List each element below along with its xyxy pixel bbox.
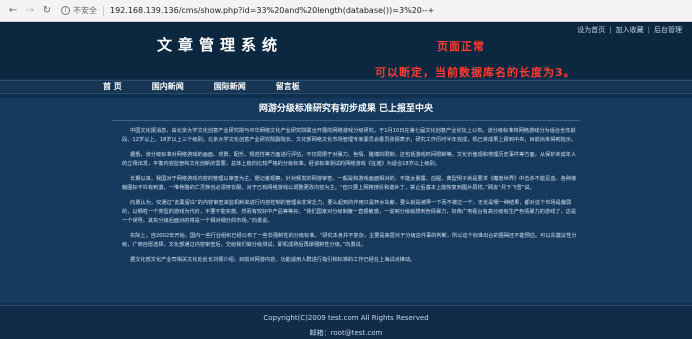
security-label: 不安全	[73, 6, 97, 15]
add-favorite-link[interactable]: 加入收藏	[616, 26, 644, 34]
title-divider	[112, 120, 580, 121]
annotation-page-normal: 页面正常	[437, 40, 485, 53]
article-body: 中国文化报消息，由北京大学文化创意产业研究院与中华网络文化产业研究院联合开展的网…	[122, 127, 578, 271]
site-page: 设为首页 | 加入收藏 | 后台管理 文章管理系统 页面正常 可以断定，当前数据库名的长…	[0, 22, 692, 339]
main-nav: 首 页 国内新闻 国际新闻 留言板	[0, 80, 692, 94]
browser-toolbar: ← → ↻ i 不安全 192.168.139.136/cms/show.php…	[0, 0, 692, 22]
annotation-conclusion: 可以断定，当前数据库名的长度为3。	[375, 66, 576, 79]
contact-email: 邮箱：root@test.com	[309, 329, 383, 337]
reload-icon[interactable]: ↻	[40, 4, 54, 18]
top-links: 设为首页 | 加入收藏 | 后台管理	[577, 25, 682, 35]
nav-item-guestbook[interactable]: 留言板	[261, 80, 315, 94]
top-link-divider: |	[647, 26, 650, 34]
article-paragraph: 长期以来，我国对于网络游戏内容的管理以审查为主。据记者观察，针对频发的网游审查，…	[122, 176, 577, 191]
article-paragraph: 据文化部文化产业司相关文化处处长刘振介绍，目前对网游内容、功能适用人群进行指引和…	[130, 257, 416, 263]
admin-link[interactable]: 后台管理	[654, 26, 682, 34]
site-header: 设为首页 | 加入收藏 | 后台管理 文章管理系统 页面正常	[0, 22, 692, 78]
address-bar-url[interactable]: 192.168.139.136/cms/show.php?id=33%20and…	[110, 6, 434, 15]
article-area: 网游分级标准研究有初步成果 已上报至中央 中国文化报消息，由北京大学文化创意产业…	[0, 98, 692, 303]
article-paragraph: 向勇认为，仅通过“去黑留白”的内容审查来监机制来进行内容控制的管理会非常乏力，要…	[122, 200, 577, 224]
top-link-divider: |	[609, 26, 612, 34]
info-icon: i	[61, 6, 70, 15]
nav-item-international-news[interactable]: 国际新闻	[199, 80, 261, 94]
article-title: 网游分级标准研究有初步成果 已上报至中央	[258, 104, 434, 114]
article-paragraph: 据悉，该分级标准对网络游戏的画面、背景、配乐、规范性等方面进行评估，不仅局限于对…	[122, 152, 577, 167]
arrow-right-icon[interactable]: →	[23, 4, 37, 18]
copyright-text: Copyright(C)2009 test.com All Rights Res…	[263, 314, 429, 322]
security-indicator[interactable]: i 不安全	[61, 5, 97, 16]
article-paragraph: 中国文化报消息，由北京大学文化创意产业研究院与中华网络文化产业研究院联合开展的网…	[122, 128, 577, 143]
site-footer: Copyright(C)2009 test.com All Rights Res…	[0, 305, 692, 339]
nav-item-domestic-news[interactable]: 国内新闻	[137, 80, 199, 94]
arrow-left-icon[interactable]: ←	[6, 4, 20, 18]
set-homepage-link[interactable]: 设为首页	[577, 26, 605, 34]
nav-item-home[interactable]: 首 页	[103, 80, 137, 94]
article-paragraph: 实际上，自2002年开始，国内一些行业组织已经公布了一些非强制性的分级标准。“研…	[122, 233, 577, 248]
site-logo[interactable]: 文章管理系统	[157, 34, 283, 55]
address-divider	[103, 5, 104, 16]
